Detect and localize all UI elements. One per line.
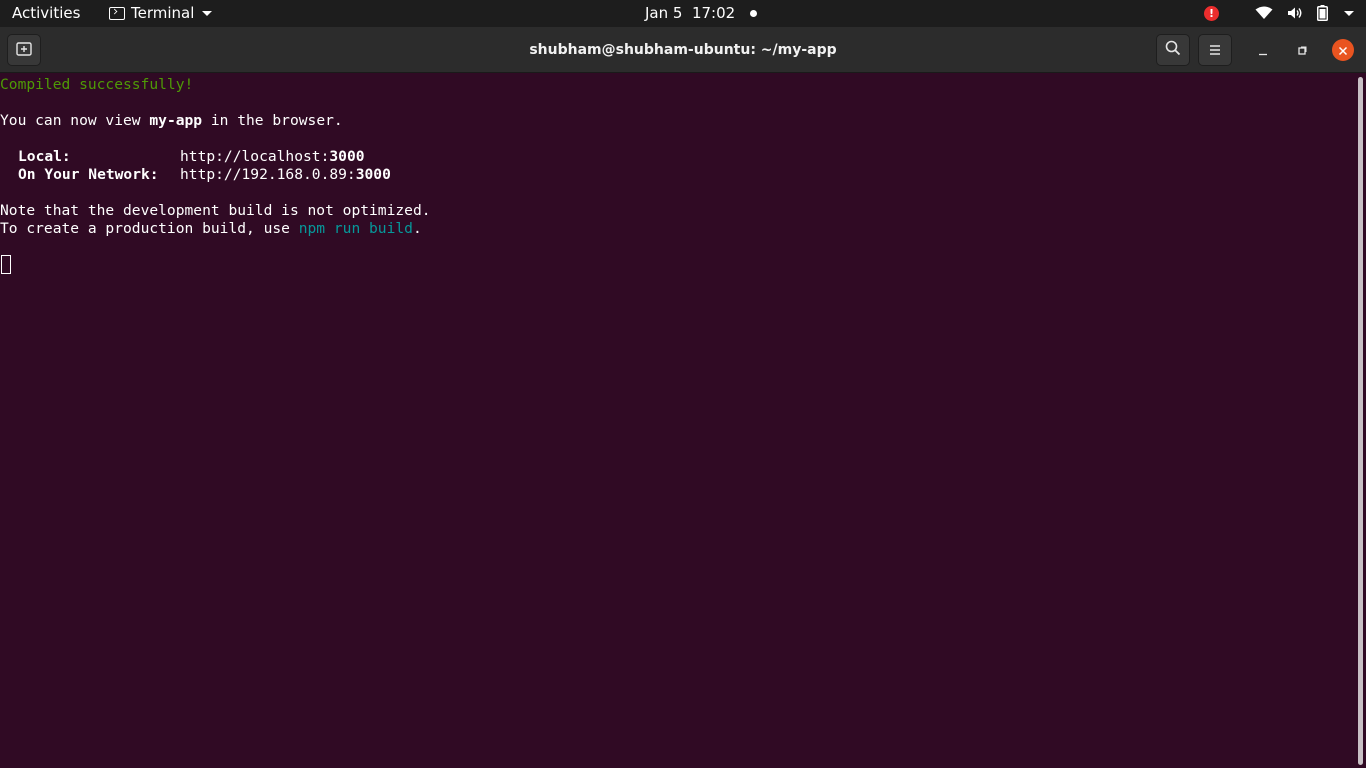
terminal-scrollbar[interactable] — [1356, 74, 1366, 768]
terminal-header-bar: shubham@shubham-ubuntu: ~/my-app — [0, 27, 1366, 73]
network-url: http://192.168.0.89: — [180, 166, 356, 183]
terminal-line: Compiled successfully! — [0, 76, 1356, 94]
terminal-line: To create a production build, use npm ru… — [0, 220, 1356, 238]
view-prefix: You can now view — [0, 112, 150, 129]
new-tab-icon — [16, 41, 32, 60]
terminal-line: Note that the development build is not o… — [0, 202, 1356, 220]
compiled-message: Compiled successfully! — [0, 76, 194, 93]
prod-build-command: npm run build — [298, 220, 413, 237]
terminal-line: You can now view my-app in the browser. — [0, 112, 1356, 130]
app-menu-label: Terminal — [131, 4, 195, 22]
app-name: my-app — [149, 112, 203, 129]
network-port: 3000 — [355, 166, 391, 183]
hamburger-menu-icon — [1208, 41, 1222, 60]
terminal-line: On Your Network: http://192.168.0.89: 3000 — [0, 166, 1356, 184]
clock[interactable]: Jan 5 17:02 — [645, 4, 758, 22]
minimize-button[interactable] — [1252, 39, 1274, 61]
volume-icon — [1287, 6, 1303, 20]
battery-icon — [1317, 5, 1328, 21]
new-tab-button[interactable] — [7, 34, 41, 66]
terminal-output[interactable]: Compiled successfully! You can now view … — [0, 74, 1356, 768]
activities-button[interactable]: Activities — [12, 4, 80, 22]
network-label: On Your Network: — [18, 166, 159, 183]
wifi-icon — [1255, 6, 1273, 20]
maximize-button[interactable] — [1291, 39, 1313, 61]
clock-label: Jan 5 17:02 — [645, 4, 736, 22]
search-icon — [1165, 40, 1181, 60]
terminal-line: Local: http://localhost: 3000 — [0, 148, 1356, 166]
search-button[interactable] — [1156, 34, 1190, 66]
app-menu[interactable]: Terminal — [109, 4, 213, 22]
maximize-icon — [1297, 41, 1307, 60]
view-suffix: in the browser. — [202, 112, 343, 129]
minimize-icon — [1258, 41, 1268, 60]
close-button[interactable] — [1332, 39, 1354, 61]
top-bar: Activities Terminal Jan 5 17:02 ! — [0, 0, 1366, 27]
close-icon — [1338, 41, 1348, 60]
local-url: http://localhost: — [180, 148, 330, 165]
text-cursor — [1, 255, 11, 274]
system-tray[interactable]: ! — [1204, 4, 1354, 22]
local-label: Local: — [18, 148, 71, 165]
menu-button[interactable] — [1198, 34, 1232, 66]
chevron-down-icon — [202, 10, 213, 16]
terminal-icon — [109, 6, 125, 20]
prod-build-suffix: . — [412, 220, 422, 237]
local-port: 3000 — [329, 148, 365, 165]
scrollbar-thumb[interactable] — [1358, 77, 1363, 765]
prod-build-prefix: To create a production build, use — [0, 220, 299, 237]
notification-dot-icon — [750, 9, 758, 17]
dev-build-note: Note that the development build is not o… — [0, 202, 431, 219]
alert-icon[interactable]: ! — [1204, 5, 1219, 21]
system-menu-caret-icon — [1344, 10, 1354, 16]
